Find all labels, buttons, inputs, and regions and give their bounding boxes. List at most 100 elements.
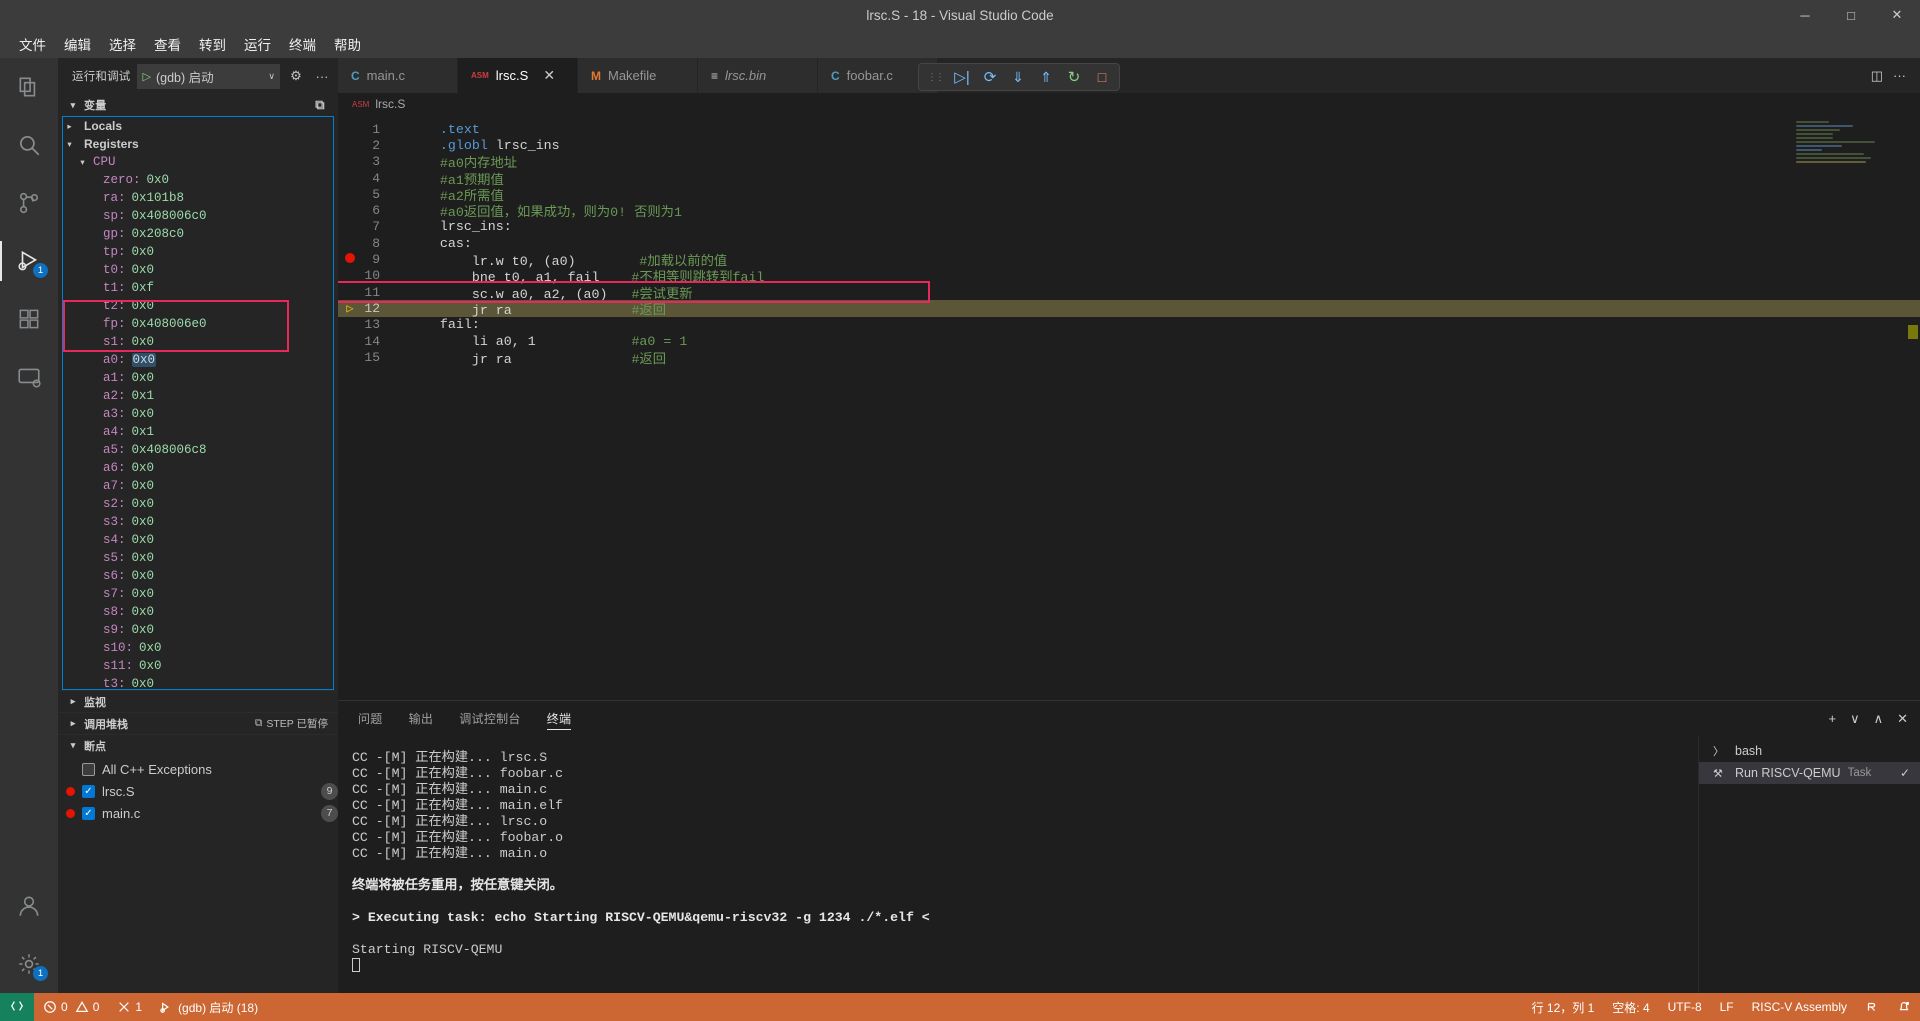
register-row-t2[interactable]: t2: 0x0 <box>63 297 333 315</box>
register-row-t1[interactable]: t1: 0xf <box>63 279 333 297</box>
register-row-t0[interactable]: t0: 0x0 <box>63 261 333 279</box>
register-value[interactable]: 0x0 <box>132 551 155 565</box>
breakpoint-row[interactable]: All C++ Exceptions <box>58 758 338 780</box>
register-row-s1[interactable]: s1: 0x0 <box>63 333 333 351</box>
code-editor[interactable]: 1 .text 2 .globl lrsc_ins 3 #a0内存地址 4 #a1预期… <box>338 115 1920 695</box>
menu-item-2[interactable]: 选择 <box>100 31 145 57</box>
register-row-gp[interactable]: gp: 0x208c0 <box>63 225 333 243</box>
debug-session-status[interactable]: (gdb) 启动 (18) <box>151 993 267 1021</box>
breakpoint-row[interactable]: ✓ main.c 7 <box>58 802 338 824</box>
close-tab-icon[interactable]: ✕ <box>541 67 557 84</box>
split-editor-icon[interactable]: ◫ <box>1871 68 1883 84</box>
code-line-9[interactable]: 9 lr.w t0, (a0) #加载以前的值 <box>338 251 1920 269</box>
new-terminal-icon[interactable]: + <box>1828 711 1836 726</box>
register-row-ra[interactable]: ra: 0x101b8 <box>63 189 333 207</box>
code-line-13[interactable]: 13 fail: <box>338 317 1920 333</box>
language-mode-status[interactable]: RISC-V Assembly <box>1743 993 1856 1021</box>
register-value[interactable]: 0x0 <box>132 533 155 547</box>
more-actions-icon[interactable]: ··· <box>312 66 332 86</box>
register-row-zero[interactable]: zero: 0x0 <box>63 171 333 189</box>
register-row-s4[interactable]: s4: 0x0 <box>63 531 333 549</box>
code-line-12[interactable]: ▷ 12 jr ra #返回 <box>338 300 1920 318</box>
breakpoint-checkbox[interactable]: ✓ <box>82 784 95 798</box>
breadcrumb-label[interactable]: lrsc.S <box>375 97 405 111</box>
code-line-8[interactable]: 8 cas: <box>338 235 1920 251</box>
close-panel-icon[interactable]: ✕ <box>1897 711 1908 727</box>
register-value[interactable]: 0x1 <box>132 389 155 403</box>
menu-item-0[interactable]: 文件 <box>10 31 55 57</box>
menu-item-6[interactable]: 终端 <box>280 31 325 57</box>
register-value[interactable]: 0x101b8 <box>132 191 185 205</box>
register-value[interactable]: 0x0 <box>132 605 155 619</box>
variables-scope-registers[interactable]: ▾ Registers <box>63 135 333 153</box>
watch-section-header[interactable]: ▸ 监视 <box>58 690 338 712</box>
panel-tab-输出[interactable]: 输出 <box>409 701 434 736</box>
chevron-down-icon[interactable]: ∨ <box>268 71 275 82</box>
breadcrumb[interactable]: ASM lrsc.S <box>338 93 1920 115</box>
settings-gear-icon[interactable]: 1 <box>0 935 58 993</box>
register-value[interactable]: 0x0 <box>132 299 155 313</box>
register-value[interactable]: 0x0 <box>132 677 155 689</box>
code-line-11[interactable]: 11 sc.w a0, a2, (a0) #尝试更新 <box>338 284 1920 302</box>
register-row-a1[interactable]: a1: 0x0 <box>63 369 333 387</box>
register-row-a5[interactable]: a5: 0x408006c8 <box>63 441 333 459</box>
register-row-s3[interactable]: s3: 0x0 <box>63 513 333 531</box>
register-value[interactable]: 0x408006c0 <box>132 209 207 223</box>
register-value[interactable]: 0x408006c8 <box>132 443 207 457</box>
continue-button[interactable]: ▷| <box>949 68 975 86</box>
code-line-4[interactable]: 4 #a1预期值 <box>338 170 1920 188</box>
encoding-status[interactable]: UTF-8 <box>1659 993 1711 1021</box>
code-line-14[interactable]: 14 li a0, 1 #a0 = 1 <box>338 333 1920 349</box>
notifications-bell-icon[interactable] <box>1888 993 1920 1021</box>
register-value[interactable]: 0x0 <box>132 263 155 277</box>
stop-button[interactable]: □ <box>1089 69 1115 85</box>
code-line-10[interactable]: 10 bne t0, a1, fail #不相等则跳转到fail <box>338 268 1920 285</box>
remote-host-button[interactable] <box>0 993 34 1021</box>
register-value[interactable]: 0x0 <box>139 659 162 673</box>
step-out-button[interactable]: ⇑ <box>1033 69 1059 86</box>
menu-item-3[interactable]: 查看 <box>145 31 190 57</box>
restart-button[interactable]: ↻ <box>1061 68 1087 86</box>
line-gutter-glyph[interactable] <box>338 252 362 267</box>
start-debug-icon[interactable]: ▷ <box>143 70 151 83</box>
register-value[interactable]: 0x0 <box>132 515 155 529</box>
editor-tab-Makefile[interactable]: M Makefile <box>578 58 698 93</box>
problems-status[interactable]: 0 0 <box>34 993 108 1021</box>
minimap[interactable] <box>1796 121 1906 181</box>
register-value[interactable]: 0x0 <box>132 587 155 601</box>
register-row-a6[interactable]: a6: 0x0 <box>63 459 333 477</box>
code-line-2[interactable]: 2 .globl lrsc_ins <box>338 137 1920 153</box>
line-gutter-glyph[interactable]: ▷ <box>338 301 362 316</box>
menu-item-1[interactable]: 编辑 <box>55 31 100 57</box>
variables-group-cpu[interactable]: ▾ CPU <box>63 153 333 171</box>
register-row-sp[interactable]: sp: 0x408006c0 <box>63 207 333 225</box>
register-value[interactable]: 0x0 <box>132 497 155 511</box>
register-row-a0[interactable]: a0: 0x0 <box>63 351 333 369</box>
terminal-instance-row[interactable]: 〉 bash <box>1699 740 1920 762</box>
variables-scope-locals[interactable]: ▸ Locals <box>63 117 333 135</box>
register-row-s7[interactable]: s7: 0x0 <box>63 585 333 603</box>
register-value[interactable]: 0x0 <box>132 371 155 385</box>
breakpoint-checkbox[interactable] <box>82 762 95 776</box>
breakpoint-glyph-icon[interactable] <box>345 253 355 264</box>
cursor-position-status[interactable]: 行 12，列 1 <box>1523 993 1604 1021</box>
breakpoints-section-header[interactable]: ▾ 断点 <box>58 734 338 756</box>
breakpoint-row[interactable]: ✓ lrsc.S 9 <box>58 780 338 802</box>
minimize-button[interactable]: ─ <box>1782 0 1828 30</box>
register-value[interactable]: 0x0 <box>132 407 155 421</box>
register-row-s5[interactable]: s5: 0x0 <box>63 549 333 567</box>
register-row-s11[interactable]: s11: 0x0 <box>63 657 333 675</box>
menu-item-5[interactable]: 运行 <box>235 31 280 57</box>
register-value[interactable]: 0x0 <box>132 245 155 259</box>
code-line-7[interactable]: 7 lrsc_ins: <box>338 219 1920 235</box>
register-value[interactable]: 0x0 <box>132 335 155 349</box>
feedback-smiley-icon[interactable] <box>1856 993 1888 1021</box>
gear-icon[interactable]: ⚙ <box>286 66 306 86</box>
menu-item-7[interactable]: 帮助 <box>325 31 370 57</box>
step-over-button[interactable]: ⟳ <box>977 68 1003 86</box>
register-row-fp[interactable]: fp: 0x408006e0 <box>63 315 333 333</box>
close-button[interactable]: ✕ <box>1874 0 1920 30</box>
accounts-icon[interactable] <box>0 877 58 935</box>
register-row-tp[interactable]: tp: 0x0 <box>63 243 333 261</box>
eol-status[interactable]: LF <box>1711 993 1743 1021</box>
